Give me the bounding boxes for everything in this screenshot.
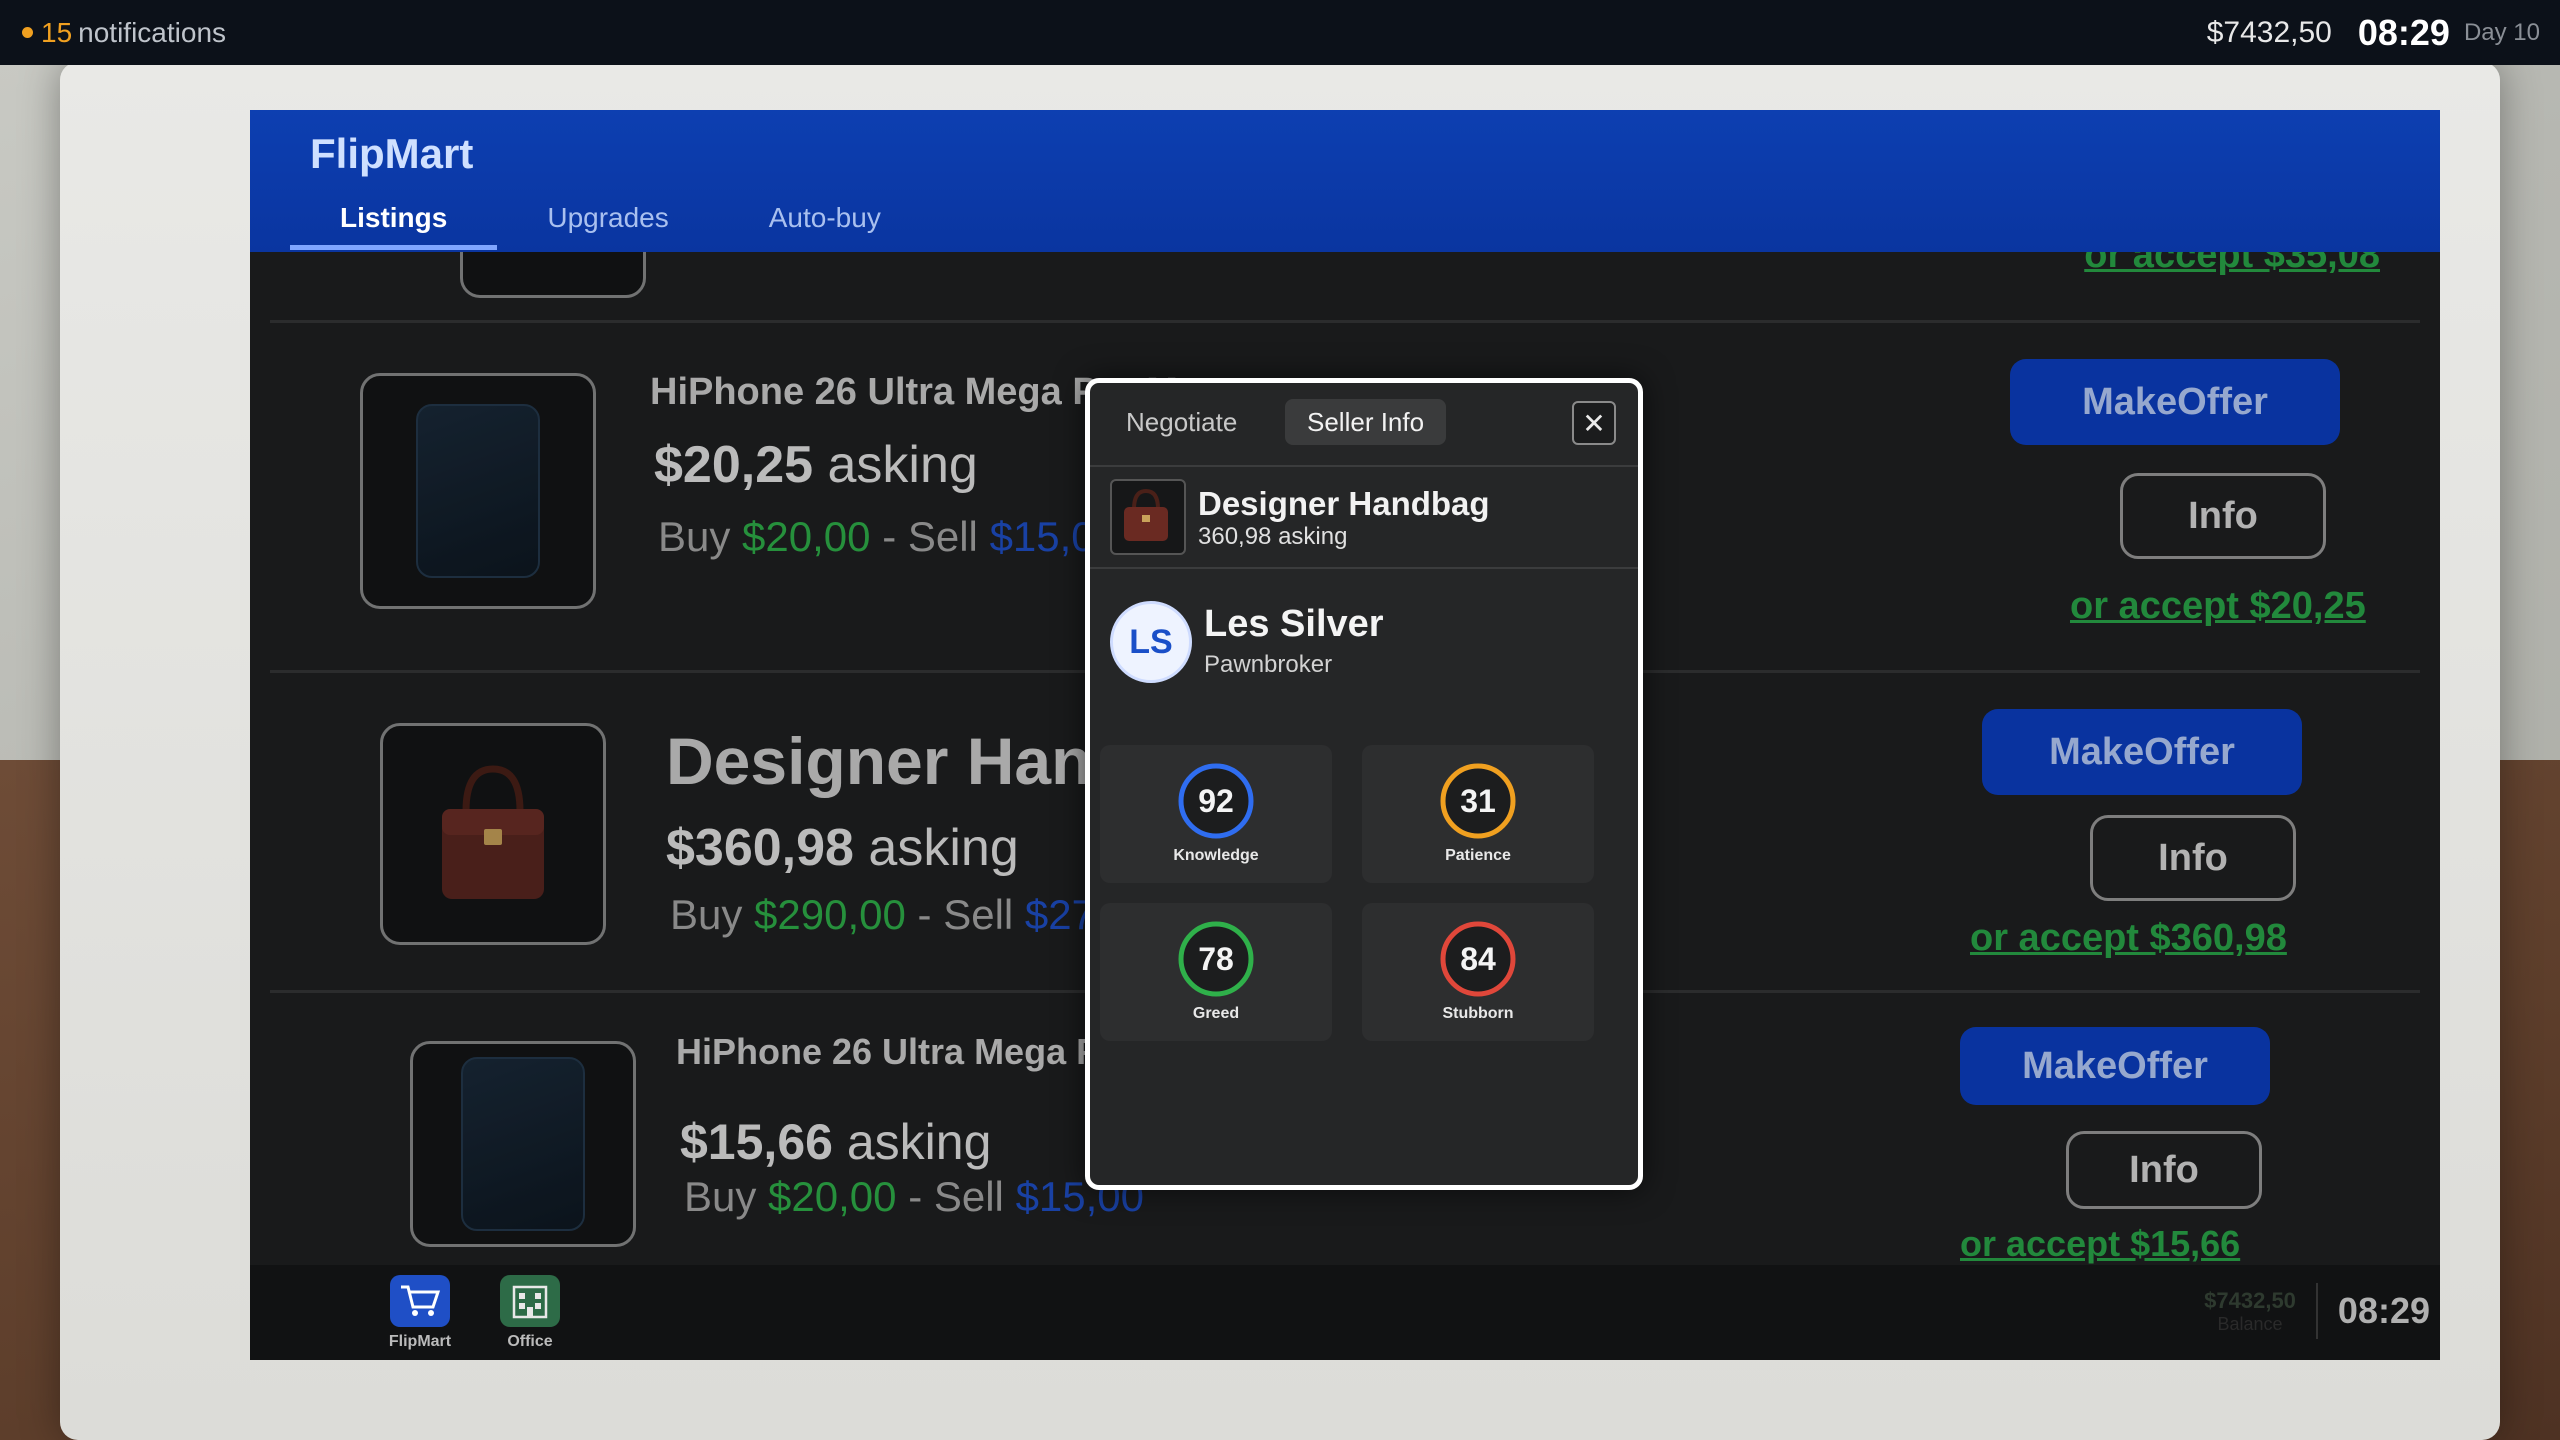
- app-screen: or accept $35,08 HiPhone 26 Ultra Mega P…: [250, 110, 2440, 1360]
- stat-value: 31: [1460, 782, 1496, 819]
- modal-tabs: Negotiate Seller Info ✕: [1090, 383, 1638, 467]
- seller-name: Les Silver: [1204, 603, 1384, 645]
- stat-ring: 84: [1438, 919, 1518, 999]
- tab-upgrades[interactable]: Upgrades: [497, 192, 718, 250]
- item-thumbnail: [1110, 479, 1186, 555]
- stat-card-stubborn: 84 Stubborn: [1362, 903, 1594, 1041]
- dock-balance: $7432,50 Balance: [2204, 1288, 2296, 1335]
- seller-role: Pawnbroker: [1204, 651, 1333, 678]
- stat-ring: 31: [1438, 761, 1518, 841]
- notification-dot-icon: [22, 27, 33, 38]
- status-balance: $7432,50: [2206, 15, 2332, 49]
- stat-label: Greed: [1192, 1005, 1240, 1022]
- status-day: Day 10: [2463, 18, 2540, 46]
- tab-negotiate[interactable]: Negotiate: [1104, 399, 1259, 445]
- tab-seller-info[interactable]: Seller Info: [1285, 399, 1447, 445]
- stat-card-knowledge: 92 Knowledge: [1100, 745, 1332, 883]
- modal-item-title: Designer Handbag: [1198, 485, 1490, 522]
- notification-count: 15: [41, 16, 73, 48]
- stat-label: Patience: [1445, 847, 1511, 864]
- app-dock: FlipMart Office $7432,50 Balance 08:29: [250, 1265, 2440, 1360]
- stat-label: Stubborn: [1442, 1005, 1514, 1022]
- modal-item-subtitle: 360,98 asking: [1198, 523, 1348, 550]
- status-time: 08:29: [2357, 11, 2450, 53]
- dock-divider: [2315, 1283, 2318, 1339]
- stat-card-greed: 78 Greed: [1100, 903, 1332, 1041]
- dock-item-office[interactable]: Office: [490, 1275, 570, 1351]
- close-icon[interactable]: ✕: [1572, 401, 1616, 445]
- dock-label: Office: [507, 1333, 553, 1350]
- dock-balance-label: Balance: [2217, 1313, 2283, 1334]
- tab-auto-buy[interactable]: Auto-buy: [719, 192, 931, 250]
- dock-item-flipmart[interactable]: FlipMart: [380, 1275, 460, 1351]
- modal-item-header: Designer Handbag 360,98 asking: [1090, 467, 1638, 569]
- handbag-icon: [1124, 488, 1168, 541]
- stat-label: Knowledge: [1173, 847, 1259, 864]
- stat-value: 78: [1198, 940, 1234, 977]
- tab-listings[interactable]: Listings: [290, 192, 498, 250]
- office-building-icon: [500, 1275, 560, 1327]
- stat-value: 84: [1460, 940, 1496, 977]
- dock-time: 08:29: [2337, 1290, 2430, 1331]
- stat-ring: 78: [1176, 919, 1256, 999]
- stat-value: 92: [1198, 782, 1234, 819]
- stat-ring: 92: [1176, 761, 1256, 841]
- top-status-bar: 15 notifications $7432,50 08:29 Day 10: [0, 0, 2560, 65]
- dock-label: FlipMart: [388, 1333, 452, 1350]
- dock-balance-value: $7432,50: [2204, 1287, 2296, 1313]
- app-tabs: Listings Upgrades Auto-buy: [290, 192, 931, 250]
- seller-info-modal: Negotiate Seller Info ✕ Designer Handbag…: [1085, 378, 1643, 1190]
- notifications-indicator[interactable]: 15 notifications: [22, 17, 226, 49]
- cart-icon: [390, 1275, 450, 1327]
- app-header: FlipMart Listings Upgrades Auto-buy: [250, 110, 2440, 252]
- dock-status: $7432,50 Balance 08:29: [2204, 1283, 2430, 1339]
- app-title: FlipMart: [310, 130, 474, 177]
- notification-label: notifications: [78, 16, 227, 48]
- seller-profile: LS Les Silver Pawnbroker: [1090, 573, 1638, 693]
- stat-card-patience: 31 Patience: [1362, 745, 1594, 883]
- avatar: LS: [1110, 601, 1192, 683]
